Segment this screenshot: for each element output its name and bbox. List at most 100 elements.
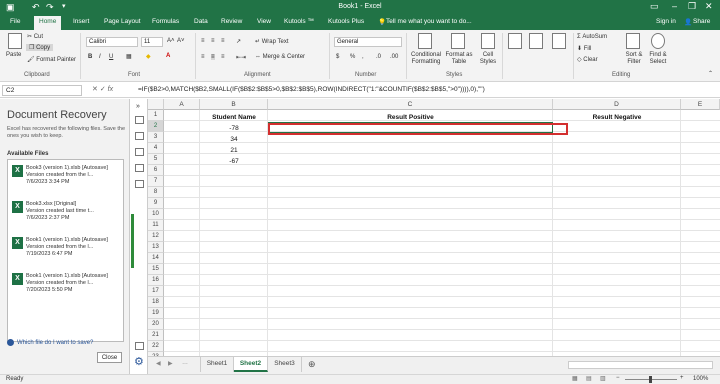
cell-c1[interactable]: Result Positive	[268, 114, 553, 121]
paste-icon[interactable]	[8, 33, 22, 49]
row-header[interactable]: 5	[148, 154, 164, 165]
enter-icon[interactable]: ✓	[100, 86, 106, 93]
fill-color-icon[interactable]: ◆	[146, 53, 151, 60]
merge-center-button[interactable]: ⇔ Merge & Center	[255, 54, 305, 60]
tab-data[interactable]: Data	[194, 18, 208, 25]
tab-formulas[interactable]: Formulas	[152, 18, 179, 25]
row-header[interactable]: 20	[148, 319, 164, 330]
minimize-icon[interactable]: –	[672, 1, 677, 11]
conditional-formatting-button[interactable]: Conditional Formatting	[410, 52, 442, 66]
tell-me-icon[interactable]: 💡	[378, 18, 386, 26]
column-header[interactable]: D	[553, 99, 681, 110]
splitter-handle[interactable]	[131, 214, 134, 268]
column-header[interactable]: C	[268, 99, 553, 110]
workbook-icon[interactable]	[135, 116, 144, 124]
row-header[interactable]: 17	[148, 286, 164, 297]
row-header[interactable]: 7	[148, 176, 164, 187]
borders-icon[interactable]: ▦	[126, 53, 132, 60]
select-all-corner[interactable]	[148, 99, 164, 110]
bold-button[interactable]: B	[88, 54, 92, 60]
list-icon[interactable]	[135, 148, 144, 156]
sheet-tab-sheet3[interactable]: Sheet3	[268, 357, 302, 372]
format-painter-button[interactable]: 🖌 Format Painter	[27, 56, 76, 63]
row-header[interactable]: 21	[148, 330, 164, 341]
search-icon[interactable]	[651, 33, 665, 49]
ribbon-display-icon[interactable]: ▭	[650, 1, 659, 12]
font-name-select[interactable]: Calibri	[86, 37, 138, 47]
row-header[interactable]: 11	[148, 220, 164, 231]
sheets-icon[interactable]	[135, 132, 144, 140]
tab-kutools-plus[interactable]: Kutools Plus	[328, 18, 364, 25]
row-header[interactable]: 14	[148, 253, 164, 264]
decrease-decimal-icon[interactable]: .00	[390, 54, 398, 60]
row-header[interactable]: 4	[148, 143, 164, 154]
autosum-button[interactable]: Σ AutoSum	[577, 34, 607, 40]
align-right-icon[interactable]: ≡	[221, 54, 225, 60]
shrink-font-button[interactable]: A˅	[177, 38, 185, 44]
recovery-file-item[interactable]: X Book3.xlsx [Original] Version created …	[12, 201, 94, 222]
page-layout-icon[interactable]: ▤	[586, 375, 592, 382]
row-header[interactable]: 15	[148, 264, 164, 275]
new-sheet-icon[interactable]: ⊕	[308, 359, 316, 370]
format-cells-icon[interactable]	[552, 33, 566, 49]
format-as-table-button[interactable]: Format as Table	[444, 52, 474, 66]
fill-button[interactable]: ⬇ Fill	[577, 45, 591, 52]
recovery-file-item[interactable]: X Book1 (version 1).xlsb [Autosave] Vers…	[12, 273, 108, 294]
align-middle-icon[interactable]: ≡	[211, 38, 215, 44]
insert-cells-icon[interactable]	[508, 33, 522, 49]
recovery-file-item[interactable]: X Book3 (version 1).xlsb [Autosave] Vers…	[12, 165, 108, 186]
row-header[interactable]: 16	[148, 275, 164, 286]
underline-button[interactable]: U	[109, 54, 113, 60]
sheet-tab-sheet1[interactable]: Sheet1	[200, 357, 234, 372]
popout-icon[interactable]	[135, 342, 144, 350]
share-icon[interactable]: 👤	[684, 18, 692, 26]
page-break-icon[interactable]: ▥	[600, 375, 606, 382]
row-header[interactable]: 6	[148, 165, 164, 176]
wrap-text-button[interactable]: ↵ Wrap Text	[255, 38, 289, 45]
find-icon[interactable]	[135, 164, 144, 172]
next-sheet-icon[interactable]: ▶	[168, 360, 173, 367]
row-header[interactable]: 9	[148, 198, 164, 209]
currency-button[interactable]: $	[336, 54, 339, 60]
increase-decimal-icon[interactable]: .0	[376, 54, 381, 60]
horizontal-scrollbar[interactable]	[568, 361, 713, 369]
cell-styles-icon[interactable]	[481, 33, 495, 49]
which-file-help-link[interactable]: Which file do I want to save?	[17, 340, 93, 346]
number-format-select[interactable]: General	[334, 37, 402, 47]
row-header[interactable]: 12	[148, 231, 164, 242]
tab-file[interactable]: File	[10, 18, 20, 25]
tab-review[interactable]: Review	[221, 18, 242, 25]
indent-icon[interactable]: ⇤⇥	[236, 54, 246, 61]
row-header[interactable]: 10	[148, 209, 164, 220]
copy-button[interactable]: ❐ Copy	[26, 44, 54, 51]
conditional-formatting-icon[interactable]	[418, 33, 432, 49]
cell-b5[interactable]: -67	[200, 158, 268, 165]
zoom-out-icon[interactable]: −	[616, 375, 620, 381]
insert-function-icon[interactable]: fx	[108, 86, 113, 93]
more-sheets-icon[interactable]: …	[182, 360, 188, 366]
column-header[interactable]: E	[681, 99, 720, 110]
grow-font-button[interactable]: A˄	[167, 38, 175, 44]
align-top-icon[interactable]: ≡	[201, 38, 205, 44]
zoom-thumb[interactable]	[649, 376, 652, 383]
align-center-icon[interactable]: ≡	[211, 54, 215, 60]
close-window-icon[interactable]: ✕	[705, 1, 713, 12]
share-button[interactable]: Share	[693, 18, 710, 25]
find-select-button[interactable]: Find & Select	[645, 52, 671, 66]
restore-icon[interactable]: ❐	[688, 1, 696, 12]
grid-icon[interactable]	[135, 180, 144, 188]
formula-input[interactable]: =IF($B2>0,MATCH($B2,SMALL(IF($B$2:$B$5>0…	[138, 86, 485, 93]
font-color-button[interactable]: A	[166, 53, 170, 59]
cut-button[interactable]: ✂ Cut	[27, 33, 43, 40]
column-header[interactable]: A	[164, 99, 200, 110]
tab-home[interactable]: Home	[34, 16, 62, 30]
cancel-icon[interactable]: ✕	[92, 86, 98, 93]
cell-b1[interactable]: Student Name	[200, 114, 268, 121]
comma-button[interactable]: ,	[362, 54, 364, 60]
row-header[interactable]: 3	[148, 132, 164, 143]
sign-in-link[interactable]: Sign in	[656, 18, 676, 25]
sort-filter-icon[interactable]	[626, 33, 640, 49]
prev-sheet-icon[interactable]: ◀	[156, 360, 161, 367]
cell-b2[interactable]: -78	[200, 125, 268, 132]
row-header[interactable]: 18	[148, 297, 164, 308]
